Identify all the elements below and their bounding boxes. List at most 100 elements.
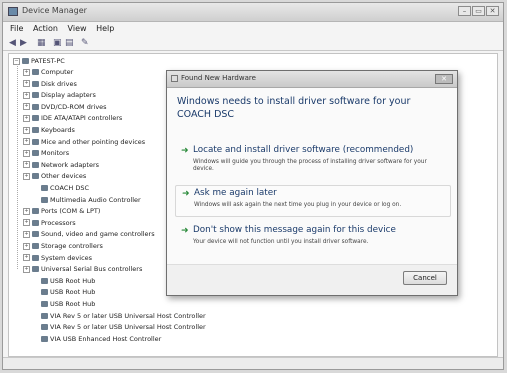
tree-item-label: Universal Serial Bus controllers <box>41 265 143 274</box>
tree-item[interactable]: + DVD/CD-ROM drives <box>23 103 107 111</box>
tree-item[interactable]: Multimedia Audio Controller <box>41 196 141 204</box>
tree-item-label: VIA Rev 5 or later USB Universal Host Co… <box>50 323 206 332</box>
tree-item[interactable]: VIA Rev 5 or later USB Universal Host Co… <box>41 323 206 331</box>
menu-help[interactable]: Help <box>96 24 114 33</box>
device-icon <box>32 103 39 110</box>
menu-view[interactable]: View <box>68 24 87 33</box>
device-icon <box>41 289 48 296</box>
tree-item[interactable]: + Other devices <box>23 172 86 180</box>
device-icon <box>32 150 39 157</box>
expand-icon[interactable]: + <box>23 68 30 76</box>
tree-item[interactable]: USB Root Hub <box>41 277 95 285</box>
forward-icon[interactable]: ▶ <box>20 38 27 48</box>
menu-file[interactable]: File <box>10 24 23 33</box>
tree-item-label: USB Root Hub <box>50 288 96 297</box>
tree-item-label: USB Root Hub <box>50 300 96 308</box>
view-icon[interactable]: ▤ <box>65 38 74 48</box>
device-icon <box>32 92 39 99</box>
tree-item[interactable]: + Display adapters <box>23 91 96 99</box>
tree-item-label: Processors <box>41 218 76 227</box>
tree-root[interactable]: − PATEST-PC <box>13 57 65 65</box>
expand-icon[interactable]: + <box>23 172 30 180</box>
option-description: Windows will ask again the next time you… <box>194 202 402 208</box>
hardware-icon <box>171 75 178 82</box>
tree-item[interactable]: + Mice and other pointing devices <box>23 138 145 146</box>
tree-item[interactable]: USB Root Hub <box>41 288 95 296</box>
cancel-button[interactable]: Cancel <box>403 271 447 285</box>
tree-item[interactable]: + Keyboards <box>23 126 75 134</box>
tree-item[interactable]: + IDE ATA/ATAPI controllers <box>23 114 122 122</box>
device-icon <box>41 312 48 319</box>
expand-icon[interactable]: + <box>23 114 30 122</box>
tree-item[interactable]: + Processors <box>23 219 76 227</box>
option-title: Ask me again later <box>194 188 277 198</box>
tree-item[interactable]: + Monitors <box>23 149 69 157</box>
tree-item[interactable]: VIA Rev 5 or later USB Universal Host Co… <box>41 312 206 320</box>
back-icon[interactable]: ◀ <box>9 38 16 48</box>
tree-item-label: Display adapters <box>41 91 96 100</box>
tree-item[interactable]: + Universal Serial Bus controllers <box>23 265 142 273</box>
expand-icon[interactable]: + <box>23 254 30 262</box>
device-icon <box>41 301 48 307</box>
tree-item[interactable]: + Disk drives <box>23 80 77 88</box>
tree-item-label: Ports (COM & LPT) <box>41 207 101 216</box>
option-locate-install[interactable]: ➜ Locate and install driver software (re… <box>175 143 451 181</box>
tree-item[interactable]: + System devices <box>23 254 92 262</box>
menu-action[interactable]: Action <box>33 24 58 33</box>
tree-item[interactable]: USB Root Hub <box>41 300 95 308</box>
device-icon <box>32 69 39 75</box>
computer-icon <box>22 58 29 64</box>
expand-icon[interactable]: + <box>23 103 30 111</box>
device-icon <box>32 138 39 145</box>
expand-icon[interactable]: + <box>23 161 30 169</box>
tree-item[interactable]: VIA USB Enhanced Host Controller <box>41 335 161 343</box>
dialog-close-button[interactable]: ✕ <box>435 74 453 84</box>
maximize-button[interactable]: ▭ <box>472 6 485 16</box>
device-icon <box>32 127 39 133</box>
device-icon <box>32 266 39 273</box>
tree-item[interactable]: + Network adapters <box>23 161 99 169</box>
update-driver-icon[interactable]: ✎ <box>81 38 89 48</box>
device-icon <box>32 243 39 249</box>
expand-icon[interactable]: + <box>23 207 30 215</box>
arrow-icon: ➜ <box>181 146 189 156</box>
minimize-button[interactable]: – <box>458 6 471 16</box>
tree-root-label: PATEST-PC <box>31 57 65 65</box>
expand-icon[interactable]: + <box>23 91 30 99</box>
tree-item[interactable]: + Sound, video and game controllers <box>23 230 155 238</box>
device-icon <box>41 335 48 342</box>
tree-item-label: Storage controllers <box>41 242 103 250</box>
properties-icon[interactable]: ▦ <box>37 38 46 48</box>
expand-icon[interactable]: + <box>23 138 30 146</box>
device-icon <box>32 173 39 180</box>
expand-icon[interactable]: + <box>23 80 30 88</box>
expand-icon[interactable]: + <box>23 126 30 134</box>
option-dont-show[interactable]: ➜ Don't show this message again for this… <box>175 223 451 255</box>
expand-icon[interactable]: + <box>23 219 30 227</box>
tree-item[interactable]: + Ports (COM & LPT) <box>23 207 100 215</box>
title-bar[interactable]: Device Manager – ▭ ✕ <box>3 3 503 22</box>
device-icon <box>41 185 48 191</box>
device-icon <box>41 277 48 284</box>
expand-icon[interactable]: + <box>23 265 30 273</box>
tree-item-label: USB Root Hub <box>50 276 96 285</box>
device-icon <box>32 208 39 215</box>
option-title: Locate and install driver software (reco… <box>193 145 414 155</box>
tree-item[interactable]: COACH DSC <box>41 184 89 192</box>
expand-icon[interactable]: + <box>23 242 30 250</box>
show-hidden-icon[interactable]: ▣ <box>53 38 62 48</box>
close-button[interactable]: ✕ <box>486 6 499 16</box>
dialog-title-bar[interactable]: Found New Hardware ✕ <box>167 71 457 88</box>
expand-icon[interactable]: + <box>23 149 30 157</box>
tree-item[interactable]: + Computer <box>23 68 73 76</box>
tree-item-label: Computer <box>41 68 74 76</box>
tree-item-label: Multimedia Audio Controller <box>50 195 141 204</box>
tree-item[interactable]: + Storage controllers <box>23 242 103 250</box>
tree-item-label: Sound, video and game controllers <box>41 230 155 239</box>
tree-item-label: Other devices <box>41 172 87 181</box>
device-icon <box>32 161 39 168</box>
option-ask-later[interactable]: ➜ Ask me again later Windows will ask ag… <box>175 185 451 217</box>
option-title: Don't show this message again for this d… <box>193 225 396 235</box>
option-description: Windows will guide you through the proce… <box>193 159 427 172</box>
expand-icon[interactable]: + <box>23 230 30 238</box>
